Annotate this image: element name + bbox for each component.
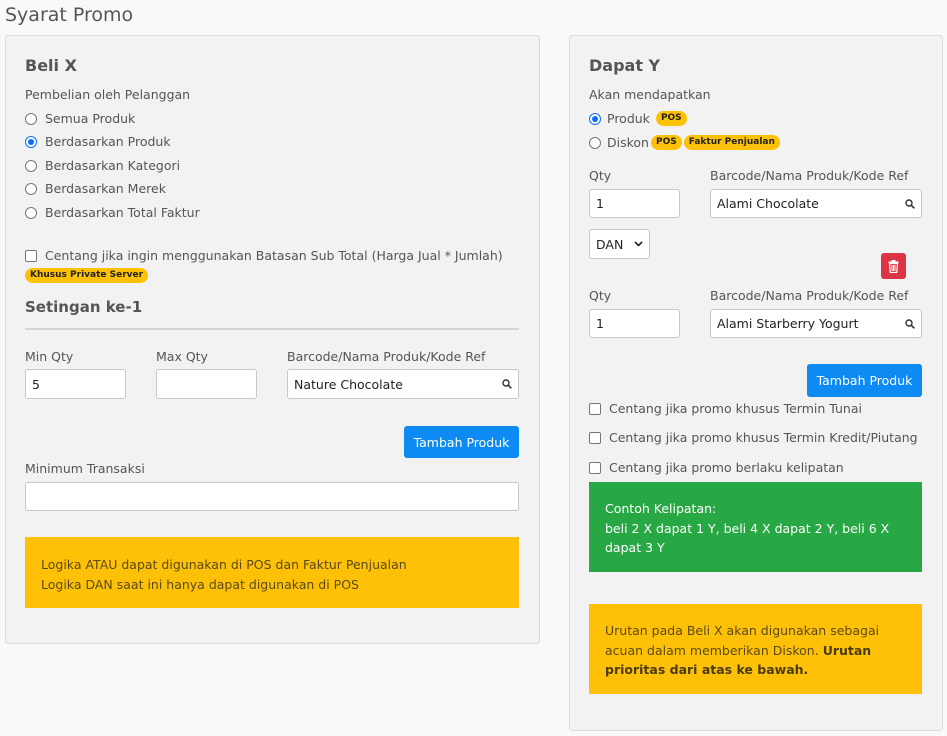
cash-term-label: Centang jika promo khusus Termin Tunai [609,401,862,416]
radio-button[interactable] [25,112,37,125]
search-icon[interactable] [502,379,512,389]
pos-badge: POS [650,135,682,150]
private-server-badge: Khusus Private Server [25,268,149,283]
radio-button[interactable] [25,206,37,219]
radio-produk[interactable]: Produk POS [589,111,687,126]
radio-label: Berdasarkan Total Faktur [45,205,200,220]
radio-button[interactable] [25,159,37,172]
radio-diskon[interactable]: Diskon POS Faktur Penjualan [589,135,780,150]
radio-berdasarkan-merek[interactable]: Berdasarkan Merek [25,181,166,196]
barcode-label-1: Barcode/Nama Produk/Kode Ref [710,168,909,183]
radio-label: Berdasarkan Merek [45,181,166,196]
max-qty-label: Max Qty [156,349,208,364]
max-qty-input[interactable] [156,369,257,399]
add-product-button[interactable]: Tambah Produk [807,364,922,397]
radio-button[interactable] [25,135,37,148]
product-input-1[interactable]: Alami Chocolate [710,189,922,218]
multiple-checkbox[interactable] [589,461,601,474]
credit-term-checkbox[interactable] [589,431,601,444]
get-label: Akan mendapatkan [589,87,711,102]
logic-select[interactable]: DAN [589,229,650,259]
radio-berdasarkan-produk[interactable]: Berdasarkan Produk [25,134,171,149]
credit-term-label: Centang jika promo khusus Termin Kredit/… [609,430,918,445]
radio-label: Berdasarkan Kategori [45,158,181,173]
radio-label: Berdasarkan Produk [45,134,171,149]
barcode-value: Nature Chocolate [294,376,403,392]
barcode-input[interactable]: Nature Chocolate [287,369,519,399]
alert-line-1: Logika ATAU dapat digunakan di POS dan F… [41,557,407,572]
settings-title: Setingan ke-1 [25,298,143,316]
page-title: Syarat Promo [5,4,134,26]
barcode-label: Barcode/Nama Produk/Kode Ref [287,349,486,364]
cash-term-checkbox[interactable] [589,402,601,415]
product-value-1: Alami Chocolate [717,196,819,211]
purchase-label: Pembelian oleh Pelanggan [25,87,191,102]
subtotal-check-label: Centang jika ingin menggunakan Batasan S… [45,248,503,263]
qty-label-2: Qty [589,288,612,303]
radio-label: Diskon [607,135,649,150]
radio-button[interactable] [25,182,37,195]
radio-berdasarkan-total-faktur[interactable]: Berdasarkan Total Faktur [25,205,200,220]
min-qty-label: Min Qty [25,349,74,364]
search-icon[interactable] [905,198,915,209]
multiple-checkbox-row[interactable]: Centang jika promo berlaku kelipatan [589,460,844,475]
cash-term-checkbox-row[interactable]: Centang jika promo khusus Termin Tunai [589,401,862,416]
radio-label: Produk [607,111,650,126]
pos-badge: POS [655,111,687,126]
barcode-label-2: Barcode/Nama Produk/Kode Ref [710,288,909,303]
qty-label-1: Qty [589,168,612,183]
beli-x-title: Beli X [25,56,77,75]
delete-item-button[interactable] [881,253,906,279]
logic-select-value: DAN [596,236,624,252]
priority-note-alert: Urutan pada Beli X akan digunakan sebaga… [589,604,922,694]
settings-divider [25,328,519,330]
qty-input-2[interactable]: 1 [589,309,680,338]
credit-term-checkbox-row[interactable]: Centang jika promo khusus Termin Kredit/… [589,430,918,445]
trash-icon [888,259,899,273]
radio-button[interactable] [589,112,601,125]
min-qty-input[interactable]: 5 [25,369,126,399]
faktur-badge: Faktur Penjualan [683,135,780,150]
multiple-label: Centang jika promo berlaku kelipatan [609,460,844,475]
subtotal-checkbox-row[interactable]: Centang jika ingin menggunakan Batasan S… [25,248,503,263]
chevron-down-icon [634,241,643,247]
search-icon[interactable] [905,318,915,329]
alert-line-2: Logika DAN saat ini hanya dapat digunaka… [41,577,359,592]
radio-label: Semua Produk [45,111,136,126]
logic-alert: Logika ATAU dapat digunakan di POS dan F… [25,537,519,608]
dapat-y-title: Dapat Y [589,56,661,75]
multiple-example-alert: Contoh Kelipatan: beli 2 X dapat 1 Y, be… [589,482,922,572]
qty-input-1[interactable]: 1 [589,189,680,218]
min-trans-label: Minimum Transaksi [25,461,145,476]
example-title: Contoh Kelipatan: [605,501,717,516]
product-input-2[interactable]: Alami Starberry Yogurt [710,309,922,338]
example-text: beli 2 X dapat 1 Y, beli 4 X dapat 2 Y, … [605,520,890,556]
min-trans-input[interactable] [25,482,519,511]
product-value-2: Alami Starberry Yogurt [717,316,859,331]
add-product-button[interactable]: Tambah Produk [404,426,519,458]
radio-semua-produk[interactable]: Semua Produk [25,111,135,126]
radio-button[interactable] [589,136,601,149]
subtotal-checkbox[interactable] [25,249,37,262]
radio-berdasarkan-kategori[interactable]: Berdasarkan Kategori [25,158,180,173]
